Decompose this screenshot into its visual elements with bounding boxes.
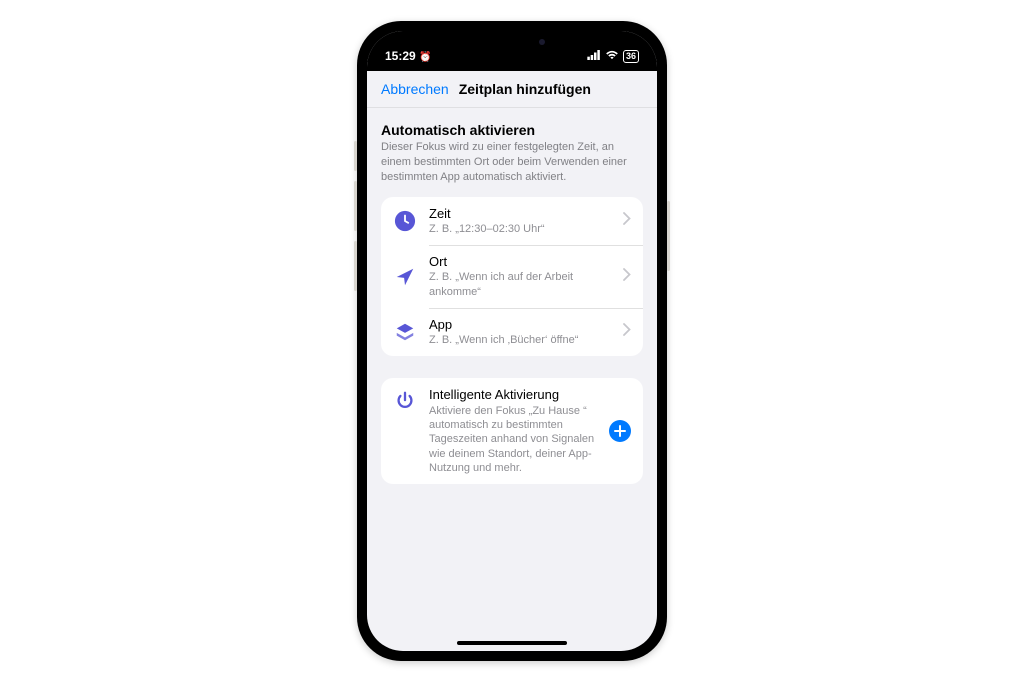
signal-icon [587, 49, 601, 63]
mute-switch [354, 141, 357, 171]
row-app[interactable]: App Z. B. „Wenn ich ‚Bücher‘ öffne“ [381, 308, 643, 357]
row-time-title: Zeit [429, 206, 611, 222]
phone-frame: 15:29 ⏰ 36 Abbrechen Zeitplan hinzufügen… [357, 21, 667, 661]
volume-up-button [354, 181, 357, 231]
row-app-body: App Z. B. „Wenn ich ‚Bücher‘ öffne“ [429, 317, 611, 348]
power-icon [393, 389, 417, 413]
alarm-icon: ⏰ [419, 52, 431, 63]
status-right: 36 [587, 49, 639, 63]
smart-activation-card: Intelligente Aktivierung Aktiviere den F… [381, 378, 643, 484]
wifi-icon [605, 49, 619, 63]
row-smart-body: Intelligente Aktivierung Aktiviere den F… [429, 387, 597, 475]
row-location[interactable]: Ort Z. B. „Wenn ich auf der Arbeit ankom… [381, 245, 643, 308]
row-location-sub: Z. B. „Wenn ich auf der Arbeit ankomme“ [429, 270, 611, 299]
content-scroll[interactable]: Automatisch aktivieren Dieser Fokus wird… [367, 108, 657, 651]
notch [447, 31, 577, 55]
home-indicator[interactable] [457, 641, 567, 645]
section-heading: Automatisch aktivieren [381, 122, 643, 138]
status-time-text: 15:29 [385, 49, 416, 63]
screen: 15:29 ⏰ 36 Abbrechen Zeitplan hinzufügen… [367, 31, 657, 651]
row-smart-sub: Aktiviere den Fokus „Zu Hause “ automati… [429, 404, 597, 475]
row-time[interactable]: Zeit Z. B. „12:30–02:30 Uhr“ [381, 197, 643, 246]
clock-icon [393, 209, 417, 233]
battery-indicator: 36 [623, 50, 639, 63]
cancel-button[interactable]: Abbrechen [381, 81, 449, 97]
sheet-title: Zeitplan hinzufügen [459, 81, 591, 97]
row-time-body: Zeit Z. B. „12:30–02:30 Uhr“ [429, 206, 611, 237]
volume-down-button [354, 241, 357, 291]
spacer [381, 356, 643, 378]
app-stack-icon [393, 320, 417, 344]
row-time-sub: Z. B. „12:30–02:30 Uhr“ [429, 222, 611, 236]
location-arrow-icon [393, 265, 417, 289]
power-button [667, 201, 670, 271]
chevron-right-icon [623, 212, 631, 230]
row-app-sub: Z. B. „Wenn ich ‚Bücher‘ öffne“ [429, 333, 611, 347]
row-smart-activation[interactable]: Intelligente Aktivierung Aktiviere den F… [381, 378, 643, 484]
add-button[interactable] [609, 420, 631, 442]
triggers-card: Zeit Z. B. „12:30–02:30 Uhr“ Ort Z. B. „… [381, 197, 643, 357]
row-app-title: App [429, 317, 611, 333]
section-subtext: Dieser Fokus wird zu einer festgelegten … [381, 140, 643, 185]
status-time: 15:29 ⏰ [385, 49, 432, 63]
row-location-title: Ort [429, 254, 611, 270]
chevron-right-icon [623, 323, 631, 341]
chevron-right-icon [623, 268, 631, 286]
sheet-header: Abbrechen Zeitplan hinzufügen [367, 71, 657, 108]
row-location-body: Ort Z. B. „Wenn ich auf der Arbeit ankom… [429, 254, 611, 299]
row-smart-title: Intelligente Aktivierung [429, 387, 597, 403]
